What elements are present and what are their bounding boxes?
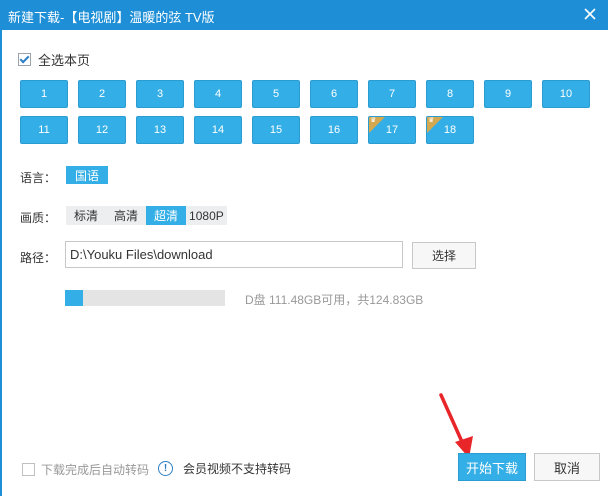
select-all[interactable]: 全选本页: [18, 50, 90, 69]
quality-option-sd[interactable]: 标清: [66, 206, 106, 225]
quality-option-1080p[interactable]: 1080P: [186, 206, 227, 225]
close-icon[interactable]: [580, 4, 600, 24]
episode-button[interactable]: 1: [20, 80, 68, 108]
episode-button[interactable]: 12: [78, 116, 126, 144]
disk-usage-fill: [65, 290, 83, 306]
path-input[interactable]: D:\Youku Files\download: [65, 241, 403, 268]
select-all-checkbox[interactable]: [18, 53, 31, 66]
language-option[interactable]: 国语: [66, 166, 108, 184]
episode-number: 6: [330, 88, 338, 100]
episode-number: 3: [156, 88, 164, 100]
episode-button[interactable]: 6: [310, 80, 358, 108]
window-title: 新建下载-【电视剧】温暖的弦 TV版: [8, 10, 215, 25]
disk-usage-bar: [65, 290, 225, 306]
convert-notice-text: 会员视频不支持转码: [183, 462, 292, 476]
episode-number: 2: [98, 88, 106, 100]
crown-icon: ♛: [370, 117, 377, 124]
crown-icon: ♛: [428, 117, 435, 124]
episode-button[interactable]: 4: [194, 80, 242, 108]
info-icon: !: [158, 461, 173, 476]
episode-button[interactable]: 5: [252, 80, 300, 108]
annotation-arrow-icon: [439, 393, 473, 458]
episode-button[interactable]: 10: [542, 80, 590, 108]
convert-notice: ! 会员视频不支持转码: [158, 460, 291, 477]
episode-number: 9: [504, 88, 512, 100]
episode-number: 8: [446, 88, 454, 100]
episode-number: 7: [388, 88, 396, 100]
episode-number: 10: [559, 88, 573, 100]
episode-number: 4: [214, 88, 222, 100]
auto-convert-checkbox[interactable]: [22, 463, 35, 476]
disk-info: D盘 111.48GB可用，共124.83GB: [245, 293, 424, 307]
episode-number: 17: [385, 124, 399, 136]
cancel-button[interactable]: 取消: [534, 453, 600, 481]
episode-button[interactable]: 9: [484, 80, 532, 108]
quality-option-hd[interactable]: 高清: [106, 206, 146, 225]
episode-number: 16: [327, 124, 341, 136]
window-left-edge: [0, 30, 2, 496]
episode-number: 14: [211, 124, 225, 136]
title-bar: 新建下载-【电视剧】温暖的弦 TV版: [0, 0, 608, 30]
quality-option-uhd[interactable]: 超清: [146, 206, 187, 225]
episode-button[interactable]: 2: [78, 80, 126, 108]
episode-button[interactable]: 14: [194, 116, 242, 144]
episode-number: 18: [443, 124, 457, 136]
episode-button[interactable]: 16: [310, 116, 358, 144]
episode-button[interactable]: 11: [20, 116, 68, 144]
episode-button[interactable]: ♛ 17: [368, 116, 416, 144]
episode-number: 13: [153, 124, 167, 136]
episode-button[interactable]: 13: [136, 116, 184, 144]
episode-button[interactable]: 8: [426, 80, 474, 108]
episode-number: 11: [38, 124, 50, 136]
episode-number: 1: [40, 88, 48, 100]
auto-convert-option[interactable]: 下载完成后自动转码: [22, 461, 149, 478]
quality-label: 画质：: [20, 211, 57, 225]
select-all-label: 全选本页: [38, 53, 91, 68]
auto-convert-label: 下载完成后自动转码: [41, 463, 150, 477]
episode-number: 5: [272, 88, 280, 100]
episode-button[interactable]: 15: [252, 116, 300, 144]
quality-selector: 标清 高清 超清 1080P: [66, 206, 227, 225]
episode-button[interactable]: ♛ 18: [426, 116, 474, 144]
episode-number: 12: [95, 124, 109, 136]
episode-number: 15: [269, 124, 283, 136]
path-label: 路径：: [20, 251, 57, 265]
start-download-button[interactable]: 开始下载: [458, 453, 526, 481]
episode-button[interactable]: 7: [368, 80, 416, 108]
language-label: 语言：: [20, 171, 57, 185]
choose-path-button[interactable]: 选择: [412, 242, 476, 269]
episode-button[interactable]: 3: [136, 80, 184, 108]
